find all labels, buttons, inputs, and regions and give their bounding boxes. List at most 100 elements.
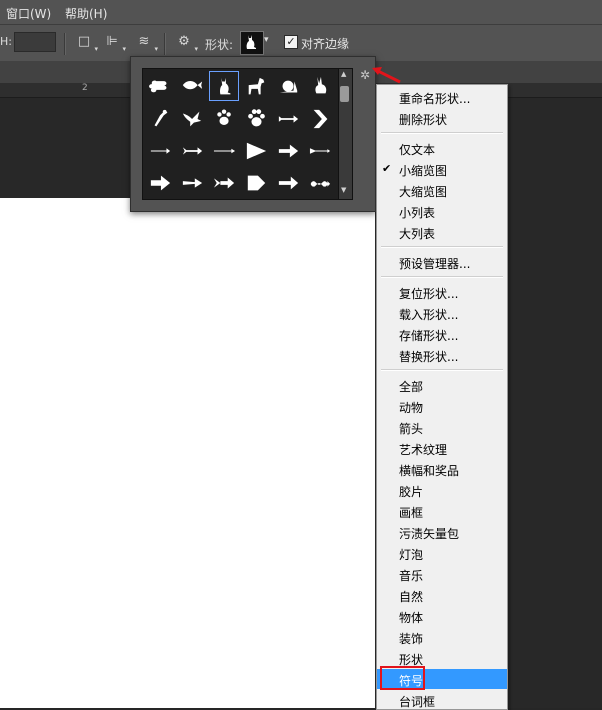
- shape-thumbnail-arrow-long[interactable]: [209, 135, 239, 165]
- shape-thumbnail-paw-print-2[interactable]: [241, 103, 271, 133]
- arrow-fletched-icon: [309, 148, 331, 154]
- menu-item[interactable]: 全部: [377, 375, 507, 395]
- document-canvas[interactable]: [0, 198, 375, 708]
- shape-thumbnail-dog[interactable]: [241, 71, 271, 101]
- shape-thumbnail-arrow-wavy[interactable]: [305, 167, 335, 197]
- menu-item[interactable]: 大缩览图: [377, 180, 507, 200]
- chevron-down-icon[interactable]: ▾: [264, 35, 274, 45]
- shape-picker-button[interactable]: [240, 31, 264, 55]
- arrow-pentagon-icon: [247, 175, 266, 191]
- menu-item[interactable]: 胶片: [377, 480, 507, 500]
- shape-thumbnail-cat[interactable]: [209, 71, 239, 101]
- menu-item-label: 大列表: [399, 227, 436, 241]
- menu-item[interactable]: 预设管理器...: [377, 252, 507, 272]
- shape-thumbnail-fish[interactable]: [177, 71, 207, 101]
- menu-item[interactable]: 物体: [377, 606, 507, 626]
- path-alignment-icon[interactable]: ⊫ ▾: [100, 31, 126, 53]
- panel-gear-icon[interactable]: ✲: [360, 68, 370, 82]
- menu-item[interactable]: 装饰: [377, 627, 507, 647]
- shape-thumbnail-arrow-fletched[interactable]: [305, 135, 335, 165]
- menu-item[interactable]: 灯泡: [377, 543, 507, 563]
- menu-item-label: 画框: [399, 506, 424, 520]
- menu-item[interactable]: 动物: [377, 396, 507, 416]
- triangle-arrow-icon: [246, 142, 267, 160]
- menu-item-label: 胶片: [399, 485, 424, 499]
- menu-item[interactable]: 删除形状: [377, 108, 507, 128]
- menu-item-label: 台词框: [399, 695, 436, 709]
- chevron-right-icon: [313, 109, 328, 129]
- path-arrangement-icon[interactable]: ≋ ▾: [132, 31, 158, 53]
- menu-item-label: 载入形状...: [399, 308, 459, 322]
- paw-print-icon: [217, 109, 231, 125]
- menu-item[interactable]: 重命名形状...: [377, 87, 507, 107]
- menu-item-label: 小缩览图: [399, 164, 448, 178]
- menu-item[interactable]: 载入形状...: [377, 303, 507, 323]
- menu-item[interactable]: 形状: [377, 648, 507, 668]
- shape-thumbnail-arrow-feathered[interactable]: [177, 135, 207, 165]
- arrow-bold-icon: [278, 144, 299, 158]
- shape-thumbnail-arrow-bold[interactable]: [273, 135, 303, 165]
- scroll-down-icon[interactable]: ▼: [341, 186, 346, 194]
- menu-item[interactable]: 大列表: [377, 222, 507, 242]
- menu-item[interactable]: 箭头: [377, 417, 507, 437]
- menu-item[interactable]: 复位形状...: [377, 282, 507, 302]
- menu-item-label: 重命名形状...: [399, 92, 471, 106]
- scroll-thumb[interactable]: [340, 86, 349, 102]
- path-operations-icon[interactable]: □ ▾: [72, 31, 98, 53]
- shape-thumbnail-arrow-pentagon[interactable]: [241, 167, 271, 197]
- menu-item[interactable]: 艺术纹理: [377, 438, 507, 458]
- shape-thumbnail-arrow-feather[interactable]: [273, 103, 303, 133]
- shape-thumbnail-snail[interactable]: [273, 71, 303, 101]
- cat-icon: [220, 77, 231, 95]
- shape-thumbnail-arrow-tapered[interactable]: [177, 167, 207, 197]
- snail-icon: [279, 80, 298, 93]
- shape-thumbnail-bird[interactable]: [145, 103, 175, 133]
- shape-thumbnail-chevron-right[interactable]: [305, 103, 335, 133]
- menu-item-label: 艺术纹理: [399, 443, 448, 457]
- menu-item-label: 动物: [399, 401, 424, 415]
- menu-item-label: 污渍矢量包: [399, 527, 460, 541]
- arrow-double-feather-icon: [213, 177, 235, 189]
- shape-thumbnail-dove[interactable]: [177, 103, 207, 133]
- shape-thumbnail-triangle-arrow[interactable]: [241, 135, 271, 165]
- arrow-heavy-icon: [278, 176, 299, 190]
- shape-thumbnail-arrow-double-feather[interactable]: [209, 167, 239, 197]
- menu-item[interactable]: 横幅和奖品: [377, 459, 507, 479]
- menu-item[interactable]: 画框: [377, 501, 507, 521]
- menu-window[interactable]: 窗口(W): [6, 5, 51, 22]
- shape-thumbnail-arrow-block[interactable]: [145, 167, 175, 197]
- menu-item[interactable]: 台词框: [377, 690, 507, 710]
- menu-item[interactable]: 自然: [377, 585, 507, 605]
- shape-thumbnail-bone[interactable]: [145, 71, 175, 101]
- menu-item[interactable]: 音乐: [377, 564, 507, 584]
- height-field[interactable]: [14, 32, 56, 52]
- divider: [64, 33, 66, 55]
- menu-item[interactable]: 替换形状...: [377, 345, 507, 365]
- menu-item[interactable]: 仅文本: [377, 138, 507, 158]
- menu-item[interactable]: 小列表: [377, 201, 507, 221]
- menu-item-label: 小列表: [399, 206, 436, 220]
- menu-item-label: 仅文本: [399, 143, 436, 157]
- align-edges-checkbox[interactable]: ✓: [284, 35, 298, 49]
- menu-separator: [381, 369, 503, 371]
- arrow-block-icon: [150, 175, 171, 191]
- menu-help[interactable]: 帮助(H): [65, 5, 107, 22]
- menu-item[interactable]: 污渍矢量包: [377, 522, 507, 542]
- shape-label: 形状:: [205, 38, 234, 52]
- shape-grid: [142, 68, 340, 200]
- menu-item-label: 全部: [399, 380, 424, 394]
- shape-thumbnail-rabbit[interactable]: [305, 71, 335, 101]
- menu-item-label: 箭头: [399, 422, 424, 436]
- scroll-up-icon[interactable]: ▲: [341, 70, 346, 78]
- shape-thumbnail-arrow-thin[interactable]: [145, 135, 175, 165]
- menu-item[interactable]: ✔ 小缩览图: [377, 159, 507, 179]
- menu-item[interactable]: 存储形状...: [377, 324, 507, 344]
- annotation-highlight-box: [380, 666, 425, 690]
- dove-icon: [182, 111, 202, 127]
- shape-thumbnail-paw-print[interactable]: [209, 103, 239, 133]
- shape-thumbnail-arrow-heavy[interactable]: [273, 167, 303, 197]
- ruler-label: 2: [82, 83, 88, 93]
- bone-icon: [149, 80, 167, 93]
- menu-item-label: 自然: [399, 590, 424, 604]
- gear-icon[interactable]: ⚙ ▾: [172, 31, 198, 53]
